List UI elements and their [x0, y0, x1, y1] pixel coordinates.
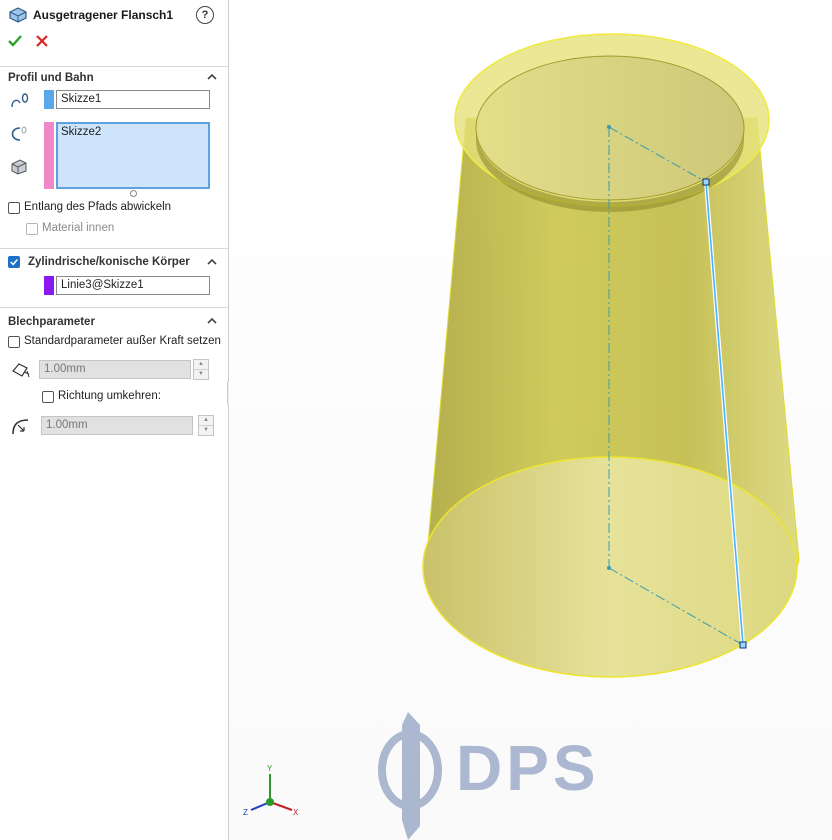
sheet-metal-icon [11, 159, 27, 175]
chevron-up-icon[interactable] [206, 315, 218, 327]
reverse-direction-label: Richtung umkehren: [58, 390, 161, 402]
override-params-label: Standardparameter außer Kraft setzen [24, 335, 221, 347]
section-header-profile[interactable]: Profil und Bahn [0, 66, 228, 89]
triad-x-label: X [293, 808, 299, 817]
spin-up-icon[interactable]: ▲ [194, 360, 208, 370]
watermark-text: DPS [456, 732, 600, 804]
help-icon[interactable]: ? [196, 6, 214, 24]
spin-down-icon[interactable]: ▼ [194, 370, 208, 379]
sketch-path-icon [11, 126, 27, 141]
ok-checkmark-icon[interactable] [7, 33, 23, 49]
material-inside-checkbox[interactable] [26, 223, 38, 235]
resize-grip[interactable] [130, 190, 137, 197]
edge-color-swatch [44, 276, 54, 295]
thickness-icon [12, 363, 30, 378]
dps-logo-icon [378, 712, 442, 840]
spin-down-icon[interactable]: ▼ [199, 426, 213, 435]
feature-header: Ausgetragener Flansch1 ? [0, 0, 228, 30]
line-endpoint-top[interactable] [702, 178, 710, 186]
graphics-viewport[interactable]: DPS Y X Z [229, 0, 832, 840]
unfold-along-path-label: Entlang des Pfads abwickeln [24, 201, 172, 213]
material-inside-label: Material innen [42, 222, 115, 234]
unfold-along-path-checkbox[interactable] [8, 202, 20, 214]
orientation-triad[interactable]: Y X Z [243, 764, 299, 817]
thickness-field[interactable]: 1.00mm [39, 360, 191, 379]
line-endpoint-bottom[interactable] [739, 641, 747, 649]
check-icon [10, 259, 18, 266]
3d-model-view[interactable]: DPS Y X Z [229, 0, 832, 840]
section-label: Blechparameter [8, 316, 95, 328]
sketch2-listbox[interactable]: Skizze2 [56, 122, 210, 189]
spin-up-icon[interactable]: ▲ [199, 416, 213, 426]
triad-y-label: Y [267, 764, 273, 773]
chevron-up-icon[interactable] [206, 256, 218, 268]
lofted-bend-icon [9, 7, 27, 23]
bend-radius-icon [12, 419, 29, 435]
bend-radius-field[interactable]: 1.00mm [41, 416, 193, 435]
sketch1-color-swatch [44, 90, 54, 109]
section-label: Profil und Bahn [8, 72, 94, 84]
chevron-up-icon[interactable] [206, 71, 218, 83]
sketch-profile-icon [11, 93, 29, 108]
property-manager: Ausgetragener Flansch1 ? Profil und Bahn… [0, 0, 229, 840]
bend-radius-spinner[interactable]: ▲ ▼ [198, 415, 214, 436]
reverse-direction-checkbox[interactable] [42, 391, 54, 403]
cancel-x-icon[interactable] [34, 33, 50, 49]
top-center-point[interactable] [607, 125, 611, 129]
section-header-cylindrical[interactable]: Zylindrische/konische Körper [0, 248, 228, 275]
feature-title: Ausgetragener Flansch1 [33, 8, 174, 22]
sketch1-field[interactable]: Skizze1 [56, 90, 210, 109]
thickness-spinner[interactable]: ▲ ▼ [193, 359, 209, 380]
sketch2-color-swatch [44, 122, 54, 189]
triad-z-label: Z [243, 808, 248, 817]
override-params-checkbox[interactable] [8, 336, 20, 348]
cylindrical-checkbox[interactable] [8, 256, 20, 268]
section-label: Zylindrische/konische Körper [28, 256, 190, 268]
section-header-sheet-params[interactable]: Blechparameter [0, 307, 228, 330]
bottom-center-point[interactable] [607, 566, 611, 570]
cylindrical-edge-field[interactable]: Linie3@Skizze1 [56, 276, 210, 295]
